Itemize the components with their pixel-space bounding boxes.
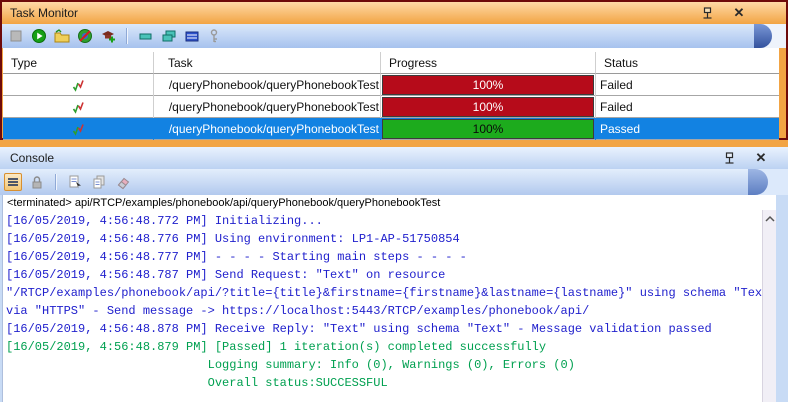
- close-icon[interactable]: ✕: [732, 6, 746, 20]
- table-row[interactable]: /queryPhonebook/queryPhonebookTest 100% …: [3, 74, 779, 96]
- task-monitor-panel: Task Monitor ✕ Type Task Progress Status…: [0, 0, 788, 140]
- progress-bar: 100%: [382, 97, 594, 117]
- panel-title: Console: [10, 151, 55, 165]
- column-header-progress[interactable]: Progress: [380, 52, 595, 74]
- console-log[interactable]: [16/05/2019, 4:56:48.772 PM] Initializin…: [3, 210, 762, 402]
- column-header-type[interactable]: Type: [3, 52, 153, 74]
- log-line: [16/05/2019, 4:56:48.787 PM] Send Reques…: [6, 268, 446, 282]
- task-path: /queryPhonebook/queryPhonebookTest: [153, 96, 380, 118]
- console-panel: Console ✕ <terminated> api/RTCP/examples…: [0, 147, 788, 402]
- task-path: /queryPhonebook/queryPhonebookTest: [153, 118, 380, 140]
- toolbar-end-cap: [754, 24, 772, 48]
- show-console-icon[interactable]: [4, 173, 22, 191]
- task-path: /queryPhonebook/queryPhonebookTest: [153, 74, 380, 96]
- progress-cell: 100%: [380, 118, 595, 140]
- pin-icon[interactable]: [722, 151, 736, 165]
- task-monitor-toolbar: [2, 24, 786, 48]
- stop-icon[interactable]: [8, 28, 24, 44]
- table-row-selected[interactable]: /queryPhonebook/queryPhonebookTest 100% …: [3, 118, 779, 140]
- table-row[interactable]: /queryPhonebook/queryPhonebookTest 100% …: [3, 96, 779, 118]
- column-header-task[interactable]: Task: [153, 52, 380, 74]
- key-icon[interactable]: [207, 28, 223, 44]
- details-view-icon[interactable]: [184, 28, 200, 44]
- panel-divider[interactable]: [0, 140, 788, 147]
- run-icon[interactable]: [31, 28, 47, 44]
- task-table: Type Task Progress Status /queryPhoneboo…: [3, 48, 779, 140]
- toolbar-separator: [55, 174, 57, 190]
- status-label: Failed: [595, 96, 779, 118]
- log-line: Overall status:SUCCESSFUL: [6, 376, 388, 390]
- console-toolbar: [0, 169, 788, 195]
- console-titlebar[interactable]: Console ✕: [0, 147, 788, 169]
- toolbar-end-cap: [748, 169, 768, 195]
- add-task-icon[interactable]: [100, 28, 116, 44]
- progress-cell: 100%: [380, 96, 595, 118]
- pin-icon[interactable]: [700, 6, 714, 20]
- toolbar-separator: [126, 28, 128, 44]
- close-icon[interactable]: ✕: [754, 151, 768, 165]
- table-header: Type Task Progress Status: [3, 52, 779, 74]
- progress-cell: 100%: [380, 74, 595, 96]
- test-check-icon: [3, 96, 153, 118]
- panel-title: Task Monitor: [10, 6, 79, 20]
- scroll-up-icon[interactable]: [764, 213, 776, 225]
- progress-bar: 100%: [382, 119, 594, 139]
- open-task-folder-icon[interactable]: [54, 28, 70, 44]
- scroll-lock-icon[interactable]: [66, 173, 84, 191]
- progress-bar: 100%: [382, 75, 594, 95]
- task-monitor-titlebar[interactable]: Task Monitor ✕: [2, 2, 786, 24]
- clear-console-icon[interactable]: [114, 173, 132, 191]
- disable-run-icon[interactable]: [77, 28, 93, 44]
- lock-icon[interactable]: [28, 173, 46, 191]
- cascade-windows-icon[interactable]: [161, 28, 177, 44]
- column-header-status[interactable]: Status: [595, 52, 779, 74]
- log-line: "/RTCP/examples/phonebook/api/?title={ti…: [6, 286, 762, 300]
- status-label: Passed: [595, 118, 779, 140]
- log-line: via "HTTPS" - Send message -> https://lo…: [6, 304, 590, 318]
- terminated-label: <terminated> api/RTCP/examples/phonebook…: [7, 197, 441, 209]
- log-line: Logging summary: Info (0), Warnings (0),…: [6, 358, 575, 372]
- restore-window-icon[interactable]: [138, 28, 154, 44]
- console-content: <terminated> api/RTCP/examples/phonebook…: [2, 195, 776, 402]
- log-line: [16/05/2019, 4:56:48.879 PM] [Passed] 1 …: [6, 340, 547, 354]
- status-label: Failed: [595, 74, 779, 96]
- log-line: [16/05/2019, 4:56:48.878 PM] Receive Rep…: [6, 322, 712, 336]
- log-line: [16/05/2019, 4:56:48.772 PM] Initializin…: [6, 214, 323, 228]
- log-line: [16/05/2019, 4:56:48.777 PM] - - - - Sta…: [6, 250, 467, 264]
- pin-console-icon[interactable]: [90, 173, 108, 191]
- log-line: [16/05/2019, 4:56:48.776 PM] Using envir…: [6, 232, 460, 246]
- test-check-icon: [3, 74, 153, 96]
- vertical-scrollbar[interactable]: [762, 210, 776, 402]
- test-check-icon: [3, 118, 153, 140]
